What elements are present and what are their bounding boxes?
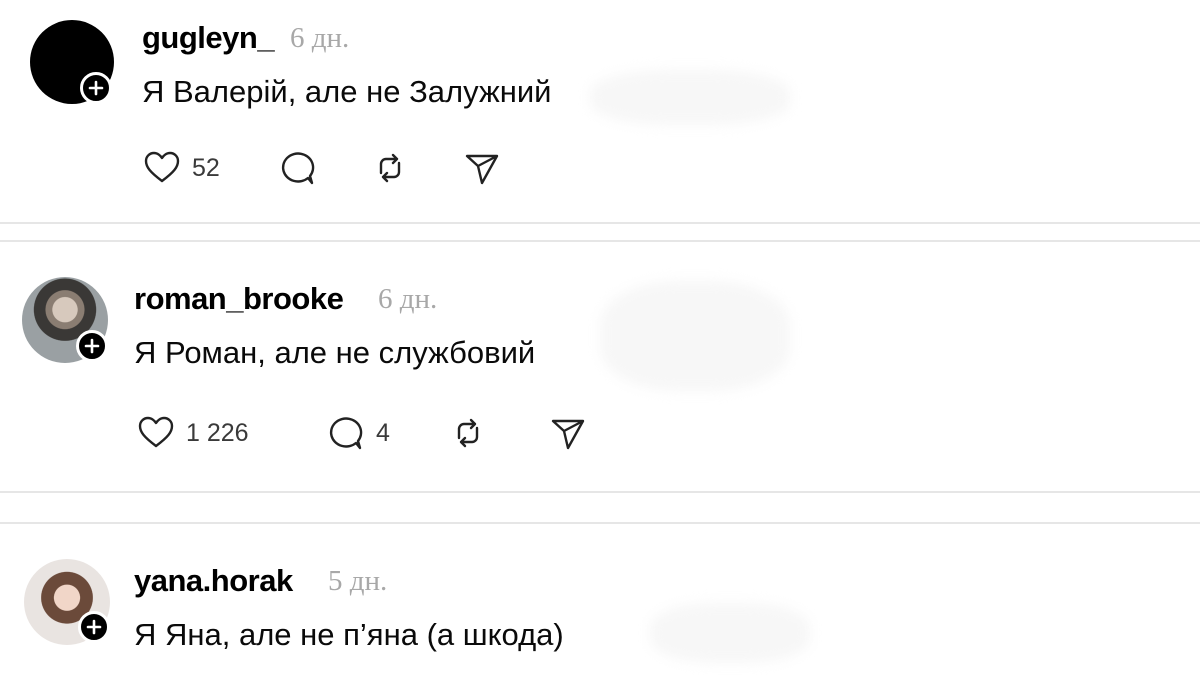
comment-icon — [329, 417, 363, 450]
share-button[interactable] — [462, 148, 502, 188]
avatar[interactable] — [30, 20, 114, 104]
divider — [0, 491, 1200, 493]
comment-button[interactable] — [278, 148, 318, 188]
username[interactable]: roman_brooke — [134, 281, 344, 317]
comment-icon — [281, 152, 315, 185]
share-button[interactable] — [548, 413, 588, 453]
repost-icon — [457, 418, 479, 448]
like-button[interactable]: 52 — [142, 148, 220, 188]
blur-smudge — [590, 70, 790, 125]
like-button[interactable]: 1 226 — [136, 413, 249, 453]
like-count: 52 — [192, 153, 220, 182]
post-2: roman_brooke 6 дн. Я Роман, але не служб… — [0, 241, 1200, 491]
share-icon — [551, 419, 585, 450]
repost-icon — [379, 153, 401, 183]
reply-count: 4 — [376, 418, 390, 447]
share-icon — [465, 154, 499, 185]
timestamp: 6 дн. — [290, 22, 350, 54]
like-count: 1 226 — [186, 418, 249, 447]
post-text: Я Яна, але не п’яна (а шкода) — [134, 617, 564, 652]
blur-smudge — [600, 281, 790, 391]
post-text: Я Роман, але не службовий — [134, 335, 536, 370]
username[interactable]: gugleyn_ — [142, 20, 275, 56]
blur-smudge — [650, 603, 810, 663]
timestamp: 6 дн. — [378, 283, 438, 315]
avatar[interactable] — [22, 277, 108, 363]
heart-icon — [138, 416, 174, 448]
follow-plus-icon[interactable] — [78, 611, 110, 643]
timestamp: 5 дн. — [328, 565, 388, 597]
heart-icon — [144, 151, 180, 183]
post-3: yana.horak 5 дн. Я Яна, але не п’яна (а … — [0, 523, 1200, 675]
username[interactable]: yana.horak — [134, 563, 293, 599]
repost-button[interactable] — [448, 413, 488, 453]
post-text: Я Валерій, але не Залужний — [142, 74, 552, 109]
follow-plus-icon[interactable] — [76, 330, 108, 362]
post-1: gugleyn_ 6 дн. Я Валерій, але не Залужни… — [0, 0, 1200, 225]
avatar[interactable] — [24, 559, 110, 645]
comment-button[interactable]: 4 — [326, 413, 390, 453]
divider — [0, 222, 1200, 224]
follow-plus-icon[interactable] — [80, 72, 112, 104]
repost-button[interactable] — [370, 148, 410, 188]
